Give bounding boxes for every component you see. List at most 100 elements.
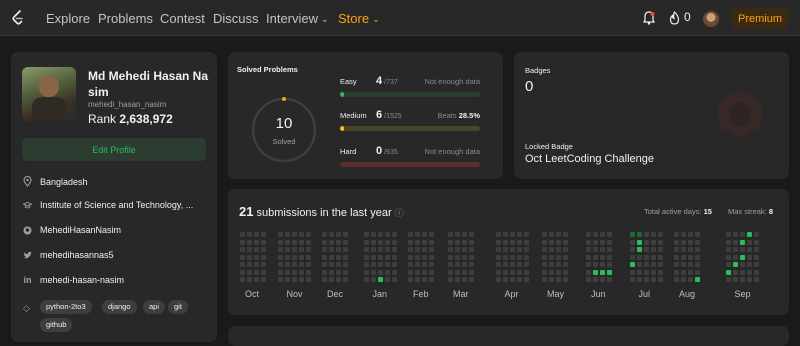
- heatmap-cell[interactable]: [378, 232, 383, 237]
- heatmap-cell[interactable]: [448, 262, 453, 267]
- heatmap-cell[interactable]: [754, 269, 759, 275]
- heatmap-cell[interactable]: [503, 232, 508, 237]
- heatmap-cell[interactable]: [607, 277, 612, 282]
- heatmap-cell[interactable]: [681, 254, 686, 260]
- heatmap-cell[interactable]: [503, 254, 508, 260]
- heatmap-cell[interactable]: [469, 239, 474, 245]
- heatmap-cell[interactable]: [254, 269, 259, 275]
- heatmap-cell[interactable]: [695, 247, 700, 252]
- heatmap-cell[interactable]: [378, 254, 383, 260]
- heatmap-cell[interactable]: [496, 239, 501, 245]
- locked-badge-icon[interactable]: [718, 89, 762, 139]
- heatmap-cell[interactable]: [247, 232, 252, 237]
- heatmap-cell[interactable]: [740, 247, 745, 252]
- heatmap-cell[interactable]: [455, 239, 460, 245]
- flame-icon[interactable]: [669, 11, 680, 25]
- heatmap-cell[interactable]: [674, 239, 679, 245]
- heatmap-cell[interactable]: [240, 247, 245, 252]
- heatmap-cell[interactable]: [658, 254, 663, 260]
- heatmap-cell[interactable]: [637, 269, 642, 275]
- heatmap-cell[interactable]: [644, 277, 649, 282]
- heatmap-cell[interactable]: [681, 269, 686, 275]
- heatmap-cell[interactable]: [549, 247, 554, 252]
- heatmap-cell[interactable]: [740, 254, 745, 260]
- heatmap-cell[interactable]: [240, 262, 245, 267]
- tag-pill[interactable]: github: [40, 318, 73, 332]
- heatmap-cell[interactable]: [336, 247, 341, 252]
- heatmap-cell[interactable]: [254, 277, 259, 282]
- heatmap-cell[interactable]: [503, 269, 508, 275]
- heatmap-cell[interactable]: [285, 247, 290, 252]
- heatmap-cell[interactable]: [542, 232, 547, 237]
- heatmap-cell[interactable]: [524, 269, 529, 275]
- heatmap-cell[interactable]: [674, 254, 679, 260]
- heatmap-cell[interactable]: [542, 262, 547, 267]
- heatmap-cell[interactable]: [630, 247, 635, 252]
- heatmap-cell[interactable]: [600, 277, 605, 282]
- heatmap-cell[interactable]: [644, 269, 649, 275]
- heatmap-cell[interactable]: [726, 239, 731, 245]
- heatmap-cell[interactable]: [392, 262, 397, 267]
- heatmap-cell[interactable]: [586, 232, 591, 237]
- heatmap-cell[interactable]: [469, 247, 474, 252]
- heatmap-cell[interactable]: [600, 269, 605, 275]
- heatmap-cell[interactable]: [593, 269, 598, 275]
- heatmap-cell[interactable]: [364, 232, 369, 237]
- heatmap-cell[interactable]: [593, 254, 598, 260]
- heatmap-cell[interactable]: [254, 262, 259, 267]
- premium-button[interactable]: Premium: [732, 8, 788, 29]
- heatmap-cell[interactable]: [658, 239, 663, 245]
- heatmap-cell[interactable]: [586, 247, 591, 252]
- heatmap-cell[interactable]: [322, 247, 327, 252]
- heatmap-cell[interactable]: [448, 269, 453, 275]
- heatmap-cell[interactable]: [549, 232, 554, 237]
- heatmap-cell[interactable]: [462, 277, 467, 282]
- heatmap-cell[interactable]: [364, 247, 369, 252]
- heatmap-cell[interactable]: [429, 262, 434, 267]
- heatmap-cell[interactable]: [254, 247, 259, 252]
- heatmap-cell[interactable]: [556, 262, 561, 267]
- heatmap-cell[interactable]: [343, 239, 348, 245]
- heatmap-cell[interactable]: [524, 239, 529, 245]
- heatmap-cell[interactable]: [385, 277, 390, 282]
- heatmap-cell[interactable]: [364, 254, 369, 260]
- heatmap-cell[interactable]: [336, 277, 341, 282]
- heatmap-cell[interactable]: [364, 239, 369, 245]
- heatmap-cell[interactable]: [496, 277, 501, 282]
- heatmap-cell[interactable]: [455, 254, 460, 260]
- heatmap-cell[interactable]: [674, 232, 679, 237]
- heatmap-cell[interactable]: [329, 239, 334, 245]
- heatmap-cell[interactable]: [415, 269, 420, 275]
- heatmap-cell[interactable]: [644, 262, 649, 267]
- heatmap-cell[interactable]: [630, 262, 635, 267]
- heatmap-cell[interactable]: [524, 247, 529, 252]
- heatmap-cell[interactable]: [343, 277, 348, 282]
- heatmap-cell[interactable]: [343, 247, 348, 252]
- heatmap-cell[interactable]: [747, 247, 752, 252]
- heatmap-cell[interactable]: [329, 232, 334, 237]
- heatmap-cell[interactable]: [292, 247, 297, 252]
- heatmap-cell[interactable]: [733, 277, 738, 282]
- heatmap-cell[interactable]: [306, 262, 311, 267]
- heatmap-cell[interactable]: [586, 254, 591, 260]
- heatmap-cell[interactable]: [299, 277, 304, 282]
- heatmap-cell[interactable]: [524, 277, 529, 282]
- heatmap-cell[interactable]: [392, 269, 397, 275]
- heatmap-cell[interactable]: [261, 262, 266, 267]
- heatmap-cell[interactable]: [343, 254, 348, 260]
- heatmap-cell[interactable]: [747, 277, 752, 282]
- heatmap-cell[interactable]: [586, 269, 591, 275]
- heatmap-cell[interactable]: [385, 232, 390, 237]
- heatmap-cell[interactable]: [747, 254, 752, 260]
- heatmap-cell[interactable]: [429, 269, 434, 275]
- heatmap-cell[interactable]: [254, 254, 259, 260]
- heatmap-cell[interactable]: [448, 232, 453, 237]
- heatmap-cell[interactable]: [726, 232, 731, 237]
- heatmap-cell[interactable]: [285, 277, 290, 282]
- heatmap-cell[interactable]: [329, 269, 334, 275]
- heatmap-cell[interactable]: [385, 254, 390, 260]
- leetcode-logo-icon[interactable]: [11, 10, 25, 26]
- heatmap-cell[interactable]: [524, 232, 529, 237]
- heatmap-cell[interactable]: [563, 277, 568, 282]
- heatmap-cell[interactable]: [542, 247, 547, 252]
